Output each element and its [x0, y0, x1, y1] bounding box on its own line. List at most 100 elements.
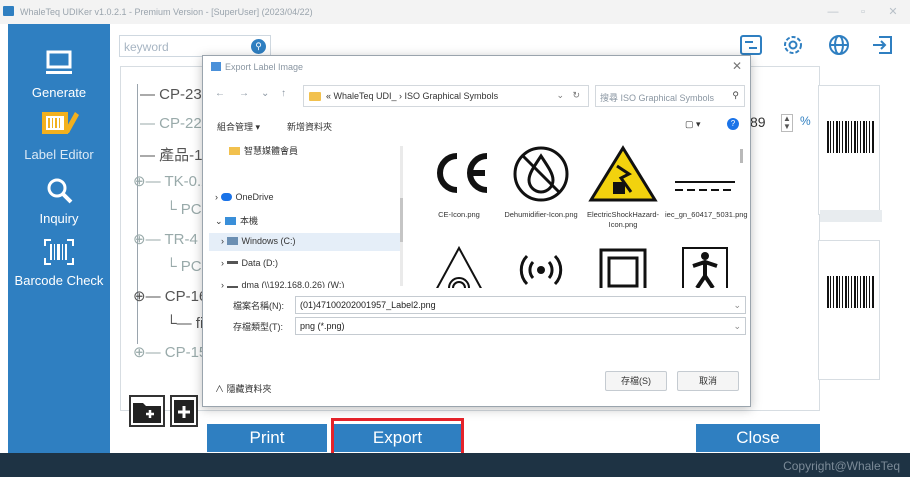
chevron-down-icon[interactable]: ⌄ — [261, 88, 269, 99]
chevron-down-icon[interactable]: ⌄ — [733, 321, 741, 332]
label-preview[interactable] — [818, 240, 880, 380]
nav-item-label: Data (D:) — [241, 258, 279, 268]
nav-item[interactable]: › Data (D:) — [221, 258, 278, 268]
tree-node[interactable]: — CP-23 — [140, 86, 202, 103]
up-arrow-icon[interactable]: ↑ — [281, 88, 286, 99]
label-edit-icon — [42, 112, 79, 134]
dehumidifier-icon — [505, 144, 577, 204]
forward-arrow-icon[interactable]: → — [239, 88, 249, 99]
maximize-button[interactable]: ▫ — [852, 4, 874, 20]
barcode-image — [827, 276, 875, 308]
chevron-down-icon[interactable]: ⌄ — [556, 90, 564, 101]
app-icon — [3, 6, 14, 16]
tree-node-label: CP-16 — [164, 288, 208, 305]
sidebar-item-label: Generate — [31, 85, 87, 100]
label-settings-icon[interactable] — [738, 33, 764, 57]
dialog-close-icon[interactable]: ✕ — [732, 59, 742, 73]
filename-input[interactable]: (01)47100202001957_Label2.png ⌄ — [295, 296, 746, 314]
tree-node[interactable]: ⊕— TK-0.2 — [133, 172, 209, 190]
file-item[interactable] — [583, 242, 663, 288]
dialog-titlebar: Export Label Image ✕ — [203, 56, 750, 78]
nav-item[interactable]: › Windows (C:) — [221, 236, 296, 246]
export-dialog: Export Label Image ✕ ← → ⌄ ↑ « WhaleTeq … — [202, 55, 751, 407]
search-icon: ⚲ — [732, 90, 739, 100]
tree-node[interactable]: ⊕— CP-16 — [133, 287, 207, 305]
file-list-pane: CE-Icon.png Dehumidifier-Icon.png Electr… — [411, 138, 750, 288]
sidebar-item-label: Label Editor — [24, 147, 94, 162]
cancel-button[interactable]: 取消 — [677, 371, 739, 391]
drive-icon — [226, 261, 238, 264]
electric-shock-warning-icon — [587, 144, 659, 204]
print-button[interactable]: Print — [207, 424, 327, 452]
filetype-select[interactable]: png (*.png) ⌄ — [295, 317, 746, 335]
dialog-footer: ∧ 隱藏資料夾 存檔(S) 取消 — [203, 362, 750, 406]
filename-label: 檔案名稱(N): — [233, 301, 284, 311]
chevron-down-icon[interactable]: ⌄ — [733, 300, 741, 311]
file-item[interactable] — [665, 242, 745, 288]
folder-search-input[interactable]: 搜尋 ISO Graphical Symbols ⚲ — [595, 85, 745, 107]
organize-menu[interactable]: 組合管理 ▾ — [217, 120, 260, 133]
tree-node-label: 產品-1- — [159, 147, 208, 164]
tree-node-label: CP-22 — [159, 115, 202, 132]
tree-node[interactable]: ⊕— CP-15 — [133, 343, 207, 361]
nav-item-label: 本機 — [240, 216, 259, 226]
file-item[interactable]: Dehumidifier-Icon.png — [501, 144, 581, 234]
hide-folders-label: 隱藏資料夾 — [226, 384, 272, 394]
minimize-button[interactable]: — — [822, 4, 844, 20]
filetype-label: 存檔類型(T): — [233, 322, 283, 332]
sidebar-item-barcode-check[interactable]: Barcode Check — [8, 238, 110, 288]
label-preview[interactable] — [818, 85, 880, 215]
nav-item[interactable]: ⌄ 本機 — [215, 214, 258, 227]
window-title: WhaleTeq UDIKer v1.0.2.1 - Premium Versi… — [20, 7, 313, 17]
new-folder-button[interactable]: 新增資料夾 — [287, 120, 332, 133]
tree-node[interactable]: — 產品-1- — [140, 144, 208, 165]
file-item[interactable] — [501, 242, 581, 288]
search-input[interactable]: keyword ⚲ — [119, 35, 271, 57]
file-item[interactable]: iec_gn_60417_5031.png — [665, 144, 748, 234]
save-button[interactable]: 存檔(S) — [605, 371, 667, 391]
sidebar-item-label: Inquiry — [39, 211, 79, 226]
address-path: « WhaleTeq UDI_ › ISO Graphical Symbols — [326, 91, 499, 101]
gear-icon[interactable] — [780, 33, 806, 57]
monitor-icon — [46, 50, 72, 74]
tree-node[interactable]: └ PC — [166, 201, 202, 218]
address-bar[interactable]: « WhaleTeq UDI_ › ISO Graphical Symbols … — [303, 85, 589, 107]
close-button[interactable]: Close — [696, 424, 820, 452]
copyright-text: Copyright@WhaleTeq — [783, 459, 900, 473]
scroll-thumb[interactable] — [400, 198, 403, 242]
file-list-scrollbar[interactable] — [740, 149, 743, 163]
window-close-button[interactable]: ✕ — [882, 4, 904, 20]
type-b-applied-part-icon — [682, 247, 728, 288]
back-arrow-icon[interactable]: ← — [215, 88, 225, 99]
logout-icon[interactable] — [870, 33, 896, 57]
help-icon[interactable]: ? — [727, 118, 739, 130]
add-folder-button[interactable] — [129, 395, 165, 427]
nav-item-label: dma (\\192.168.0.26) (W:) — [241, 280, 345, 288]
sidebar-item-inquiry[interactable]: Inquiry — [8, 176, 110, 226]
file-item[interactable]: ElectricShockHazard-Icon.png — [583, 144, 663, 234]
nav-item[interactable]: 智慧媒體會員 — [229, 144, 298, 157]
refresh-icon[interactable]: ↻ — [572, 90, 580, 101]
sidebar: Generate Label Editor Inquiry Barcode Ch… — [8, 24, 110, 453]
nav-item[interactable]: › OneDrive — [215, 192, 274, 202]
file-item[interactable] — [419, 242, 499, 288]
nav-scrollbar[interactable] — [400, 146, 403, 286]
search-go-icon[interactable]: ⚲ — [251, 39, 266, 54]
tree-node[interactable]: — CP-22 — [140, 115, 202, 132]
tree-node[interactable]: └ PC — [166, 258, 202, 275]
preview-scrollbar[interactable] — [820, 210, 882, 222]
hide-folders-toggle[interactable]: ∧ 隱藏資料夾 — [215, 382, 272, 395]
folder-icon — [309, 92, 321, 101]
address-row: ← → ⌄ ↑ « WhaleTeq UDI_ › ISO Graphical … — [203, 82, 750, 108]
zoom-stepper[interactable]: ▲ ▼ — [781, 114, 793, 132]
sidebar-item-label-editor[interactable]: Label Editor — [8, 106, 110, 162]
add-file-button[interactable] — [170, 395, 198, 427]
file-name: Dehumidifier-Icon.png — [504, 210, 578, 219]
nav-item[interactable]: › dma (\\192.168.0.26) (W:) — [221, 280, 344, 288]
tree-node-label: CP-23 — [159, 86, 202, 103]
globe-icon[interactable] — [826, 33, 852, 57]
file-item[interactable]: CE-Icon.png — [419, 144, 499, 234]
sidebar-item-generate[interactable]: Generate — [8, 48, 110, 100]
tree-node-label: PC — [180, 201, 202, 218]
view-options-icon[interactable]: ▢ ▾ — [685, 119, 701, 130]
